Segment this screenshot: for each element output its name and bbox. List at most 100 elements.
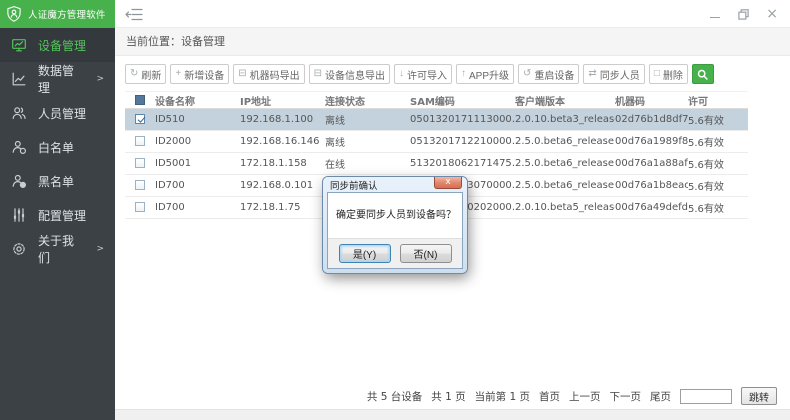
- pagination-summary: 当前第 1 页: [475, 389, 530, 404]
- window-controls: ×: [709, 0, 778, 28]
- toolbar-button-label: 刷新: [141, 67, 161, 82]
- row-checkbox[interactable]: [135, 202, 145, 212]
- toolbar-button-label: APP升级: [469, 67, 509, 82]
- app-title: 人证魔方管理软件: [28, 7, 106, 21]
- toolbar-button-label: 设备信息导出: [325, 67, 385, 82]
- sidebar-item-关于我们[interactable]: 关于我们>: [0, 232, 115, 266]
- cell-name: ID700: [155, 197, 240, 219]
- sidebar-item-数据管理[interactable]: 数据管理>: [0, 62, 115, 96]
- cell-ip: 192.168.1.100: [240, 109, 325, 131]
- chevron-right-icon: >: [96, 74, 104, 84]
- device-row[interactable]: ID5001172.18.1.158在线5132018062171475…2.5…: [125, 153, 748, 175]
- cell-machine: 02d76b1d8df70719…: [615, 109, 688, 131]
- cell-machine: 00d76a1a88af0e3b…: [615, 153, 688, 175]
- sidebar-item-人员管理[interactable]: 人员管理: [0, 96, 115, 130]
- page-jump-input[interactable]: [680, 389, 732, 404]
- sidebar-item-配置管理[interactable]: 配置管理: [0, 198, 115, 232]
- window-titlebar: ×: [115, 0, 790, 28]
- dialog-close-icon[interactable]: x: [434, 177, 462, 189]
- cell-version: 2.5.0.beta6_release: [515, 131, 615, 153]
- people-icon: [11, 105, 27, 121]
- pagination-summary: 共 1 页: [431, 389, 465, 404]
- toolbar-button-label: 许可导入: [407, 67, 447, 82]
- cell-version: 2.5.0.beta6_release: [515, 153, 615, 175]
- row-checkbox[interactable]: [135, 114, 145, 124]
- cell-status: 离线: [325, 131, 410, 153]
- person-circle-icon: [11, 139, 27, 155]
- sidebar-item-label: 配置管理: [38, 207, 86, 224]
- sync-icon: ⇄: [588, 69, 596, 79]
- cell-name: ID2000: [155, 131, 240, 153]
- page-link-首页[interactable]: 首页: [539, 389, 560, 404]
- export-icon: ⊟: [314, 69, 322, 79]
- toolbar-button-label: 重启设备: [534, 67, 574, 82]
- device-row[interactable]: ID2000192.168.16.146离线0513201712210000…2…: [125, 131, 748, 153]
- page-link-下一页[interactable]: 下一页: [610, 389, 642, 404]
- cell-name: ID5001: [155, 153, 240, 175]
- row-checkbox[interactable]: [135, 180, 145, 190]
- toolbar-button-label: 新增设备: [184, 67, 224, 82]
- restore-button[interactable]: [738, 7, 749, 21]
- sidebar-item-label: 黑名单: [38, 173, 74, 190]
- toolbar-button-删除[interactable]: □删除: [649, 64, 688, 84]
- cell-license: 5.6有效: [688, 153, 748, 175]
- cell-sam: 5132018062171475…: [410, 153, 515, 175]
- page-jump-button[interactable]: 跳转: [741, 387, 777, 405]
- cell-name: ID700: [155, 175, 240, 197]
- close-button[interactable]: ×: [766, 7, 778, 21]
- cell-ip: 172.18.1.158: [240, 153, 325, 175]
- sidebar-item-label: 白名单: [38, 139, 74, 156]
- search-button[interactable]: [692, 64, 714, 84]
- sidebar-collapse-icon[interactable]: [125, 8, 143, 21]
- cell-version: 2.0.10.beta5_release: [515, 197, 615, 219]
- pagination-bar: 共 5 台设备共 1 页当前第 1 页首页上一页下一页尾页 跳转: [367, 387, 777, 405]
- restart-icon: ↺: [523, 69, 531, 79]
- sidebar-item-白名单[interactable]: 白名单: [0, 130, 115, 164]
- toolbar-button-机器码导出[interactable]: ⊟机器码导出: [233, 64, 304, 84]
- export-icon: ⊟: [238, 69, 246, 79]
- toolbar-button-新增设备[interactable]: +新增设备: [170, 64, 229, 84]
- page-link-尾页[interactable]: 尾页: [650, 389, 671, 404]
- cell-license: 5.6有效: [688, 175, 748, 197]
- cell-status: 离线: [325, 109, 410, 131]
- line-chart-icon: [11, 71, 27, 87]
- page-link-上一页[interactable]: 上一页: [569, 389, 601, 404]
- cell-name: ID510: [155, 109, 240, 131]
- gear-icon: [11, 241, 27, 257]
- dialog-message: 确定要同步人员到设备吗？: [328, 193, 462, 238]
- yes-button[interactable]: 是(Y): [339, 244, 391, 263]
- no-button[interactable]: 否(N): [400, 244, 452, 263]
- row-checkbox[interactable]: [135, 158, 145, 168]
- import-icon: ↓: [399, 69, 404, 79]
- cell-machine: 00d76a1989f8006e4…: [615, 131, 688, 153]
- column-header-连接状态: 连接状态: [325, 92, 410, 109]
- cell-version: 2.5.0.beta6_release: [515, 175, 615, 197]
- column-header-机器码: 机器码: [615, 92, 688, 109]
- toolbar-button-label: 删除: [663, 67, 683, 82]
- minimize-button[interactable]: [709, 7, 721, 21]
- sidebar-item-黑名单[interactable]: 黑名单: [0, 164, 115, 198]
- toolbar-button-刷新[interactable]: ↻刷新: [125, 64, 166, 84]
- cell-ip: 192.168.0.101: [240, 175, 325, 197]
- column-header-客户端版本: 客户端版本: [515, 92, 615, 109]
- cell-license: 5.6有效: [688, 109, 748, 131]
- sliders-icon: [11, 207, 27, 223]
- device-row[interactable]: ID510192.168.1.100离线0501320171113000…2.0…: [125, 109, 748, 131]
- cell-machine: 00d76a1b8eac566a…: [615, 175, 688, 197]
- monitor-chart-icon: [11, 37, 27, 53]
- toolbar-button-APP升级[interactable]: ↑APP升级: [456, 64, 514, 84]
- search-icon: [696, 68, 709, 81]
- toolbar-button-同步人员[interactable]: ⇄同步人员: [583, 64, 644, 84]
- select-all-checkbox[interactable]: [135, 95, 145, 105]
- sidebar-item-设备管理[interactable]: 设备管理: [0, 28, 115, 62]
- chevron-right-icon: >: [96, 244, 104, 254]
- cell-ip: 172.18.1.75: [240, 197, 325, 219]
- toolbar-button-许可导入[interactable]: ↓许可导入: [394, 64, 452, 84]
- bottom-strip: [115, 409, 790, 420]
- cell-sam: 0501320171113000…: [410, 109, 515, 131]
- pagination-summary: 共 5 台设备: [367, 389, 422, 404]
- toolbar-button-设备信息导出[interactable]: ⊟设备信息导出: [309, 64, 390, 84]
- row-checkbox[interactable]: [135, 136, 145, 146]
- dialog-body: 确定要同步人员到设备吗？ 是(Y) 否(N): [327, 192, 463, 269]
- toolbar-button-重启设备[interactable]: ↺重启设备: [518, 64, 579, 84]
